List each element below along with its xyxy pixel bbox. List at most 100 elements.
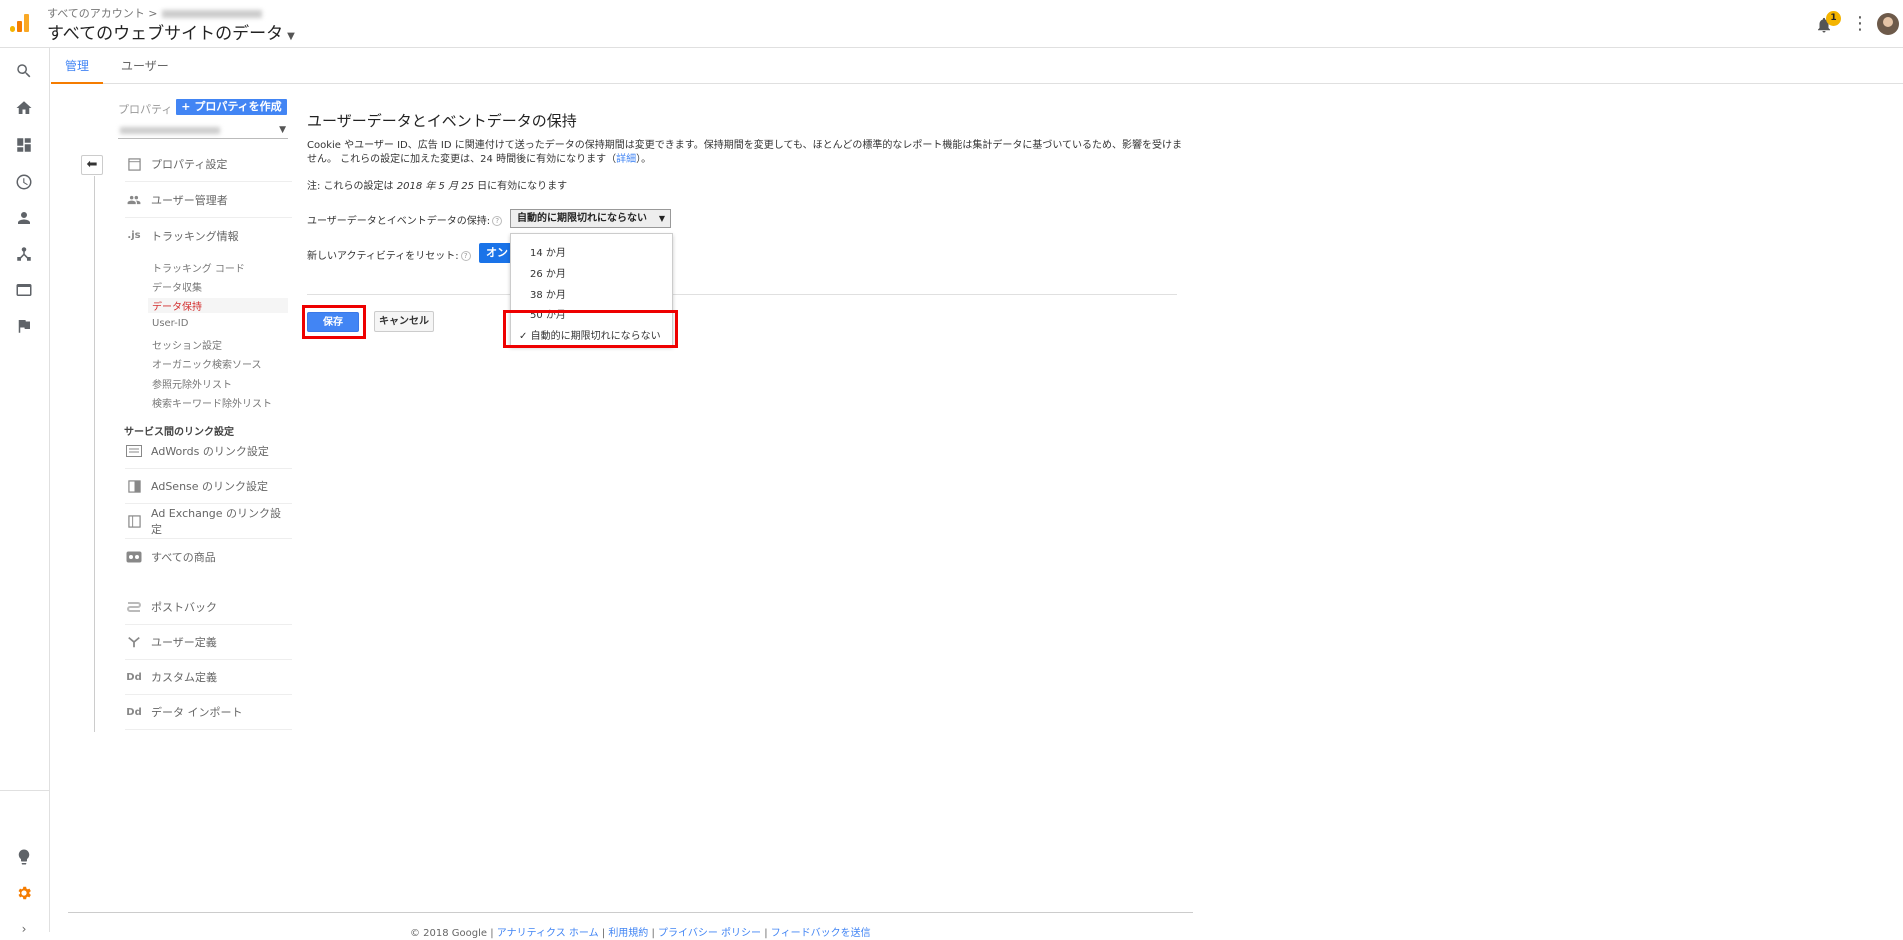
help-icon[interactable]: ?	[492, 216, 503, 226]
flag-icon[interactable]	[13, 315, 35, 337]
page-title: ユーザーデータとイベントデータの保持	[307, 112, 577, 130]
footer-divider	[68, 912, 1193, 913]
menu-user-management[interactable]: ユーザー管理者	[125, 183, 292, 218]
person-icon[interactable]	[13, 207, 35, 229]
note-prefix: 注: これらの設定は	[307, 181, 397, 192]
notification-badge: 1	[1826, 11, 1841, 26]
menu-label: ユーザー管理者	[151, 194, 228, 207]
description-text: せん。 これらの設定に加えた変更は、24 時間後に有効になります（	[307, 154, 617, 165]
menu-adexchange-link[interactable]: Ad Exchange のリンク設定	[125, 504, 292, 539]
menu-user-definition[interactable]: ユーザー定義	[125, 625, 292, 660]
description-line-1: Cookie やユーザー ID、広告 ID に関連付けて送ったデータの保持期間は…	[307, 140, 1183, 151]
menu-custom-definition[interactable]: Dd カスタム定義	[125, 660, 292, 695]
description-end: ）。	[636, 154, 652, 165]
sub-item-user-id[interactable]: User-ID	[152, 318, 188, 329]
menu-label: ポストバック	[151, 601, 217, 614]
option-38-months[interactable]: 38 か月	[530, 286, 566, 301]
description: Cookie やユーザー ID、広告 ID に関連付けて送ったデータの保持期間は…	[307, 139, 1187, 167]
menu-label: トラッキング情報	[151, 229, 239, 243]
menu-all-products[interactable]: すべての商品	[125, 539, 292, 574]
panel-divider	[94, 176, 95, 732]
option-26-months[interactable]: 26 か月	[530, 265, 566, 280]
adwords-icon	[125, 444, 143, 458]
menu-label: データ インポート	[151, 706, 243, 719]
reset-label: 新しいアクティビティをリセット:?	[307, 247, 471, 262]
dashboard-icon[interactable]	[13, 134, 35, 156]
left-nav: ›	[0, 48, 50, 936]
adexchange-icon	[125, 514, 143, 528]
sub-item-organic-search-sources[interactable]: オーガニック検索ソース	[152, 356, 262, 371]
js-icon: .js	[127, 230, 141, 241]
tab-admin[interactable]: 管理	[51, 57, 104, 84]
property-settings-icon	[125, 157, 143, 171]
chevron-down-icon: ▼	[287, 31, 295, 42]
reset-toggle-button[interactable]: オン	[479, 243, 512, 263]
admin-tabs: 管理 ユーザー	[51, 48, 1903, 84]
cancel-button[interactable]: キャンセル	[374, 311, 434, 332]
view-title-text: すべてのウェブサイトのデータ	[47, 24, 284, 44]
menu-postback[interactable]: ポストバック	[125, 590, 292, 625]
chevron-down-icon: ▼	[658, 214, 665, 223]
menu-label: プロパティ設定	[151, 158, 228, 171]
tab-user[interactable]: ユーザー	[107, 57, 183, 82]
note-suffix: 日に有効になります	[474, 181, 568, 192]
view-title[interactable]: すべてのウェブサイトのデータ ▼	[47, 19, 295, 44]
create-property-button[interactable]: + プロパティを作成	[176, 99, 287, 115]
menu-label: AdSense のリンク設定	[151, 480, 269, 493]
retention-label: ユーザーデータとイベントデータの保持:?	[307, 212, 503, 227]
lightbulb-icon[interactable]	[13, 846, 35, 868]
menu-label: ユーザー定義	[151, 636, 217, 649]
menu-label: AdWords のリンク設定	[151, 445, 269, 458]
save-highlight-box	[302, 305, 366, 339]
property-select[interactable]: ▼	[118, 123, 288, 139]
nav-divider	[0, 790, 50, 791]
menu-property-settings[interactable]: プロパティ設定	[125, 147, 292, 182]
menu-adwords-link[interactable]: AdWords のリンク設定	[125, 434, 292, 469]
acquisition-icon[interactable]	[13, 243, 35, 265]
all-products-icon	[125, 550, 143, 564]
blurred-account-name	[161, 10, 262, 18]
search-icon[interactable]	[13, 60, 35, 82]
chevron-down-icon: ▼	[279, 125, 286, 135]
top-bar: すべてのアカウント > すべてのウェブサイトのデータ ▼ 1 ⋮	[0, 0, 1903, 48]
divider	[307, 294, 1177, 295]
expand-chevron-icon[interactable]: ›	[13, 918, 35, 940]
footer-link-terms[interactable]: 利用規約	[608, 928, 648, 939]
data-import-icon: Dd	[126, 706, 142, 718]
menu-label: カスタム定義	[151, 671, 217, 684]
footer-link-privacy[interactable]: プライバシー ポリシー	[658, 928, 761, 939]
property-label: プロパティ	[118, 103, 173, 116]
adsense-icon	[125, 479, 143, 493]
more-options-icon[interactable]: ⋮	[1851, 13, 1869, 34]
avatar[interactable]	[1877, 13, 1899, 35]
sub-item-referral-exclusion[interactable]: 参照元除外リスト	[152, 376, 232, 391]
sub-item-search-term-exclusion[interactable]: 検索キーワード除外リスト	[152, 395, 272, 410]
menu-tracking-info[interactable]: .js トラッキング情報	[125, 218, 292, 253]
help-icon[interactable]: ?	[460, 251, 471, 261]
sub-item-tracking-code[interactable]: トラッキング コード	[152, 260, 245, 275]
footer-copyright: © 2018 Google |	[410, 928, 497, 939]
option-14-months[interactable]: 14 か月	[530, 244, 566, 259]
admin-gear-icon[interactable]	[13, 882, 35, 904]
postback-icon	[125, 600, 143, 614]
reset-label-text: 新しいアクティビティをリセット:	[307, 251, 459, 262]
description-line-2: せん。 これらの設定に加えた変更は、24 時間後に有効になります（詳細）。	[307, 153, 1187, 167]
sub-item-session-settings[interactable]: セッション設定	[152, 337, 222, 352]
note: 注: これらの設定は 2018 年 5 月 25 日に有効になります	[307, 177, 567, 192]
menu-label: Ad Exchange のリンク設定	[151, 507, 282, 536]
clock-icon[interactable]	[13, 171, 35, 193]
back-button[interactable]: ⬅	[81, 155, 103, 175]
menu-data-import[interactable]: Dd データ インポート	[125, 695, 292, 730]
footer-link-analytics-home[interactable]: アナリティクス ホーム	[497, 928, 599, 939]
details-link[interactable]: 詳細	[616, 154, 636, 165]
sub-item-data-collection[interactable]: データ収集	[152, 279, 202, 294]
sub-item-data-retention[interactable]: データ保持	[148, 298, 288, 313]
retention-select[interactable]: 自動的に期限切れにならない ▼	[510, 209, 671, 228]
footer-link-feedback[interactable]: フィードバックを送信	[771, 928, 871, 939]
user-definition-icon	[125, 635, 143, 649]
analytics-logo[interactable]	[10, 14, 30, 32]
home-icon[interactable]	[13, 97, 35, 119]
behavior-icon[interactable]	[13, 279, 35, 301]
note-date: 2018 年 5 月 25	[396, 181, 474, 192]
menu-adsense-link[interactable]: AdSense のリンク設定	[125, 469, 292, 504]
